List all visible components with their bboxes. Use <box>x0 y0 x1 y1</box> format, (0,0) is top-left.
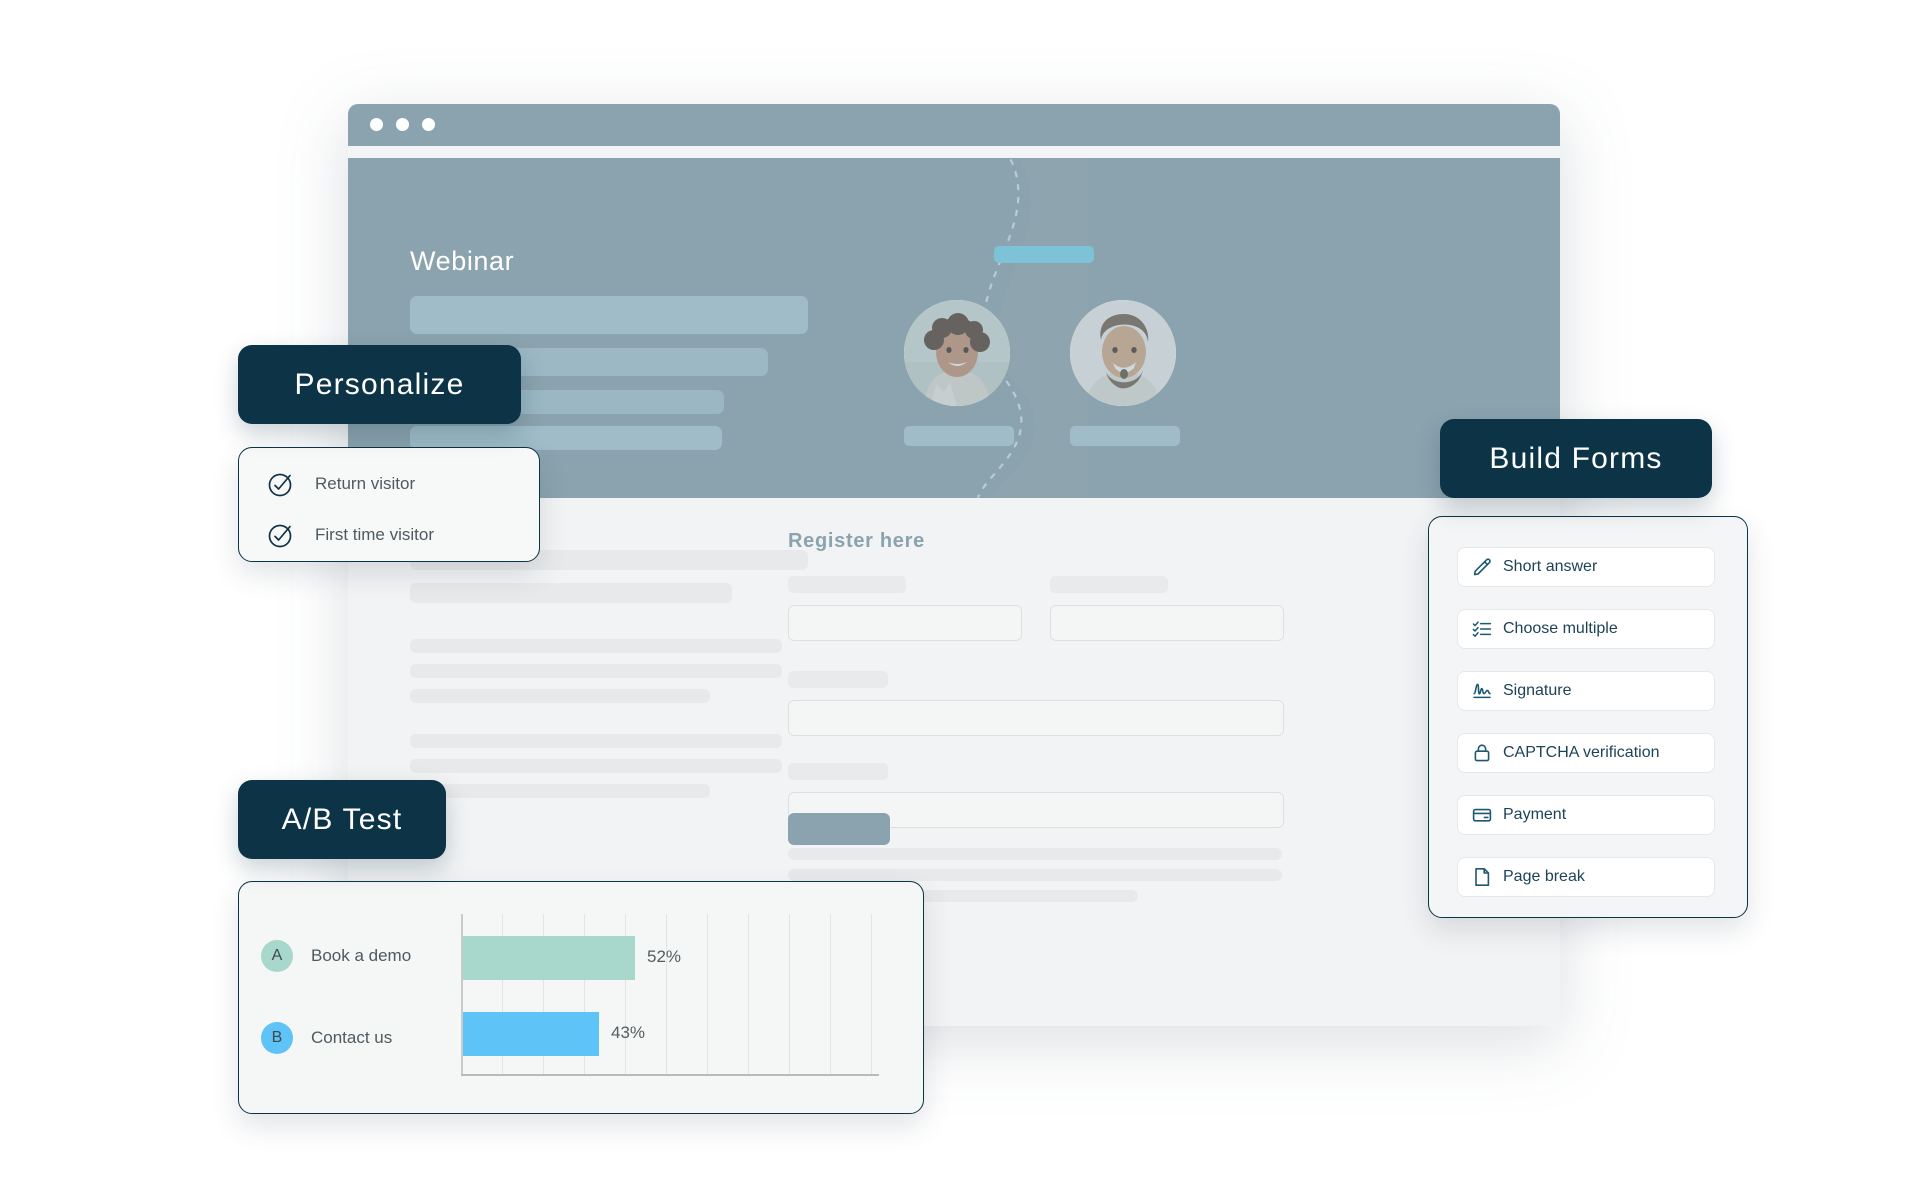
pill-build-forms: Build Forms <box>1440 419 1712 498</box>
form-field-label: Choose multiple <box>1503 620 1618 637</box>
personalize-option-first-time-visitor[interactable]: First time visitor <box>267 521 434 549</box>
chart-gridline <box>871 914 872 1074</box>
pill-personalize: Personalize <box>238 345 521 424</box>
window-controls <box>370 118 435 131</box>
ab-test-bar-chart: 52% 43% <box>461 914 879 1082</box>
chart-gridline <box>748 914 749 1074</box>
form-input-field[interactable] <box>1050 605 1284 641</box>
content-placeholder-bar <box>410 689 710 703</box>
pill-ab-test: A/B Test <box>238 780 446 859</box>
variant-badge-b: B <box>261 1022 293 1054</box>
personalize-card: Return visitor First time visitor <box>238 447 540 562</box>
chart-gridline <box>789 914 790 1074</box>
minimize-dot-icon[interactable] <box>396 118 409 131</box>
illustration-stage: Webinar Register here Personalize Return… <box>0 0 1920 1200</box>
chart-bar-value-b: 43% <box>611 1023 646 1042</box>
variant-label-b: Contact us <box>311 1028 393 1047</box>
option-label: Return visitor <box>315 474 416 493</box>
content-placeholder-bar <box>788 869 1282 881</box>
form-field-label: Short answer <box>1503 558 1598 575</box>
form-input-field[interactable] <box>788 700 1284 736</box>
personalize-option-return-visitor[interactable]: Return visitor <box>267 470 415 498</box>
field-label-placeholder <box>788 763 888 780</box>
maximize-dot-icon[interactable] <box>422 118 435 131</box>
hero-placeholder-bar <box>410 296 808 334</box>
form-field-label: Page break <box>1503 868 1585 885</box>
variant-badge-a: A <box>261 940 293 972</box>
document-icon <box>1475 868 1490 886</box>
chart-bar-b <box>463 1012 599 1056</box>
form-field-option-short-answer[interactable]: Short answer <box>1457 547 1715 587</box>
lock-icon <box>1474 744 1490 762</box>
close-dot-icon[interactable] <box>370 118 383 131</box>
check-circle-icon <box>268 524 292 548</box>
ab-variant-row: A Book a demo <box>261 940 411 972</box>
form-field-label: Payment <box>1503 806 1567 823</box>
hero-accent-pill <box>994 246 1094 263</box>
chart-x-axis <box>461 1074 879 1076</box>
pencil-icon <box>1473 558 1491 576</box>
build-forms-card: Short answer Choose multiple Signature C… <box>1428 516 1748 918</box>
field-label-placeholder <box>1050 576 1168 593</box>
browser-title-bar <box>348 104 1560 146</box>
submit-button[interactable] <box>788 813 890 845</box>
form-field-label: CAPTCHA verification <box>1503 744 1660 761</box>
content-placeholder-bar <box>410 734 782 748</box>
register-heading: Register here <box>788 530 925 552</box>
chart-gridline <box>666 914 667 1074</box>
form-field-option-page-break[interactable]: Page break <box>1457 857 1715 897</box>
ab-variant-row: B Contact us <box>261 1022 392 1054</box>
chart-gridline <box>830 914 831 1074</box>
content-placeholder-bar <box>410 639 782 653</box>
content-placeholder-bar <box>410 583 732 603</box>
content-placeholder-bar <box>410 784 710 798</box>
check-circle-icon <box>268 473 292 497</box>
avatar <box>904 300 1010 406</box>
form-field-option-choose-multiple[interactable]: Choose multiple <box>1457 609 1715 649</box>
avatar <box>1070 300 1176 406</box>
form-field-option-captcha-verification[interactable]: CAPTCHA verification <box>1457 733 1715 773</box>
chart-bar-a <box>463 936 635 980</box>
option-label: First time visitor <box>315 525 434 544</box>
content-placeholder-bar <box>410 759 782 773</box>
avatar-caption-bar <box>904 426 1014 446</box>
chart-bar-value-a: 52% <box>647 947 682 966</box>
signature-icon <box>1473 683 1491 699</box>
field-label-placeholder <box>788 671 888 688</box>
hero-title: Webinar <box>410 246 515 276</box>
form-field-label: Signature <box>1503 682 1572 699</box>
chart-gridline <box>707 914 708 1074</box>
variant-label-a: Book a demo <box>311 946 412 965</box>
form-field-option-payment[interactable]: Payment <box>1457 795 1715 835</box>
field-label-placeholder <box>788 576 906 593</box>
ab-test-card: A Book a demo B Contact us 52% 43% <box>238 881 924 1114</box>
form-field-option-signature[interactable]: Signature <box>1457 671 1715 711</box>
content-placeholder-bar <box>788 848 1282 860</box>
avatar-caption-bar <box>1070 426 1180 446</box>
checklist-icon <box>1472 621 1492 637</box>
content-placeholder-bar <box>410 664 782 678</box>
form-input-field[interactable] <box>788 605 1022 641</box>
credit-card-icon <box>1472 808 1492 822</box>
